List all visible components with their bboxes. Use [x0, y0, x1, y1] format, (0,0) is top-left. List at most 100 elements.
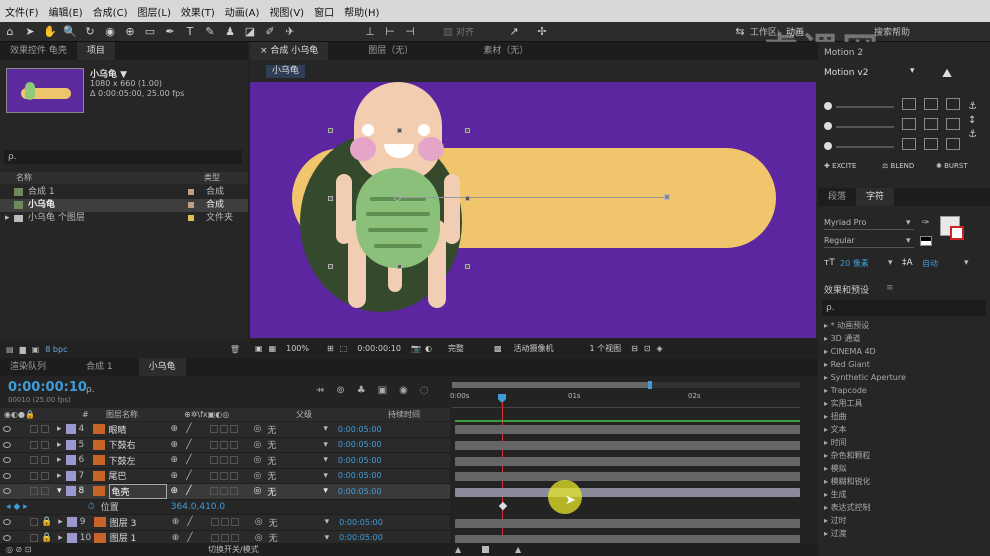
bounding-handle[interactable]	[328, 264, 333, 269]
label-color-swatch[interactable]	[65, 439, 76, 450]
effects-category[interactable]: ▸ Synthetic Aperture	[818, 371, 990, 384]
parent-dropdown-icon[interactable]: ▾	[323, 455, 328, 465]
brush-tool-icon[interactable]: ✎	[202, 25, 218, 39]
layer-duration[interactable]: 0:00:05:00	[339, 533, 383, 542]
parent-pickwhip-icon[interactable]: ◎	[254, 440, 262, 450]
layer-name-input[interactable]: 龟壳	[108, 483, 167, 499]
zoom-in-icon[interactable]: ▲	[515, 543, 521, 556]
property-value[interactable]: 364.0,410.0	[171, 502, 225, 512]
quality-switch-icon[interactable]: ╱	[187, 517, 192, 527]
label-color-swatch[interactable]	[66, 532, 77, 543]
layer-row-selected[interactable]: ▾ 8 龟壳 ⊕ ╱ ◎ 无 ▾ 0:00:05:00	[0, 483, 450, 500]
parent-select[interactable]: 无	[267, 485, 317, 498]
column-type[interactable]: 类型	[204, 172, 220, 184]
parent-pickwhip-icon[interactable]: ◎	[254, 486, 262, 496]
font-style-select[interactable]: Regular	[824, 236, 914, 248]
shy-switch-icon[interactable]: ⊕	[171, 455, 179, 465]
dropdown-arrow-icon[interactable]: ▾	[888, 258, 893, 268]
layer-duration[interactable]: 0:00:05:00	[339, 518, 383, 527]
close-icon[interactable]: ×	[260, 46, 268, 56]
effects-category[interactable]: ▸ Red Giant	[818, 358, 990, 371]
region-icon[interactable]: ⬚	[340, 344, 348, 353]
visibility-eye-icon[interactable]	[3, 457, 11, 464]
bounding-handle[interactable]	[465, 196, 470, 201]
keyframe-handle[interactable]	[664, 194, 670, 200]
effects-category[interactable]: ▸ 文本	[818, 423, 990, 436]
layer-name[interactable]: 下鼓右	[109, 438, 169, 451]
anchor-grid-button[interactable]	[902, 138, 916, 150]
bounding-handle[interactable]	[397, 264, 402, 269]
anchor-grid-button[interactable]	[902, 98, 916, 110]
transparency-icon[interactable]: ▩	[494, 344, 502, 353]
timeline-search-icon[interactable]: ρ.	[86, 385, 95, 395]
visibility-eye-icon[interactable]	[3, 426, 11, 433]
layer-track-bar[interactable]	[455, 441, 800, 450]
comp-canvas[interactable]	[250, 82, 816, 338]
parent-dropdown-icon[interactable]: ▾	[325, 533, 330, 543]
parent-dropdown-icon[interactable]: ▾	[323, 486, 328, 496]
layer-name[interactable]: 图层 3	[110, 516, 170, 529]
header-layer-name[interactable]: 图层名称	[106, 408, 138, 421]
work-area-bar[interactable]	[452, 381, 800, 389]
layer-row[interactable]: ▸ 7 尾巴 ⊕ ╱ ◎ 无 ▾ 0:00:05:00	[0, 468, 450, 484]
layer-name[interactable]: 尾巴	[109, 469, 169, 482]
layer-row[interactable]: ▸ 4 眼睛 ⊕ ╱ ◎ 无 ▾ 0:00:05:00	[0, 422, 450, 438]
lock-icon[interactable]: 🔒	[41, 517, 52, 527]
expand-arrow-icon[interactable]: ▸	[5, 212, 10, 225]
anchor-grid-button[interactable]	[946, 138, 960, 150]
parent-dropdown-icon[interactable]: ▾	[325, 517, 330, 527]
new-folder-icon[interactable]: ▆	[20, 345, 26, 354]
quality-switch-icon[interactable]: ╱	[186, 455, 191, 465]
parent-pickwhip-icon[interactable]: ◎	[254, 471, 262, 481]
visibility-eye-icon[interactable]	[3, 441, 11, 448]
fast-preview-icon[interactable]: ⊟	[631, 344, 638, 353]
anchor-grid-button[interactable]	[924, 98, 938, 110]
label-color-swatch[interactable]	[65, 486, 76, 497]
motion-side-icons[interactable]: ⚓ ↕ ⚓	[968, 100, 977, 142]
eyedropper-icon[interactable]: ✑	[922, 218, 930, 228]
quality-select[interactable]: 完整	[448, 343, 464, 354]
keyframe-nav-icon[interactable]: ◂ ◆ ▸	[6, 502, 28, 512]
effects-category[interactable]: ▸ CINEMA 4D	[818, 345, 990, 358]
parent-select[interactable]: 无	[267, 454, 317, 467]
burst-button[interactable]: ✺ BURST	[936, 162, 968, 170]
shy-switch-icon[interactable]: ⊕	[172, 517, 180, 527]
dropdown-arrow-icon[interactable]: ▾	[964, 258, 969, 268]
shy-switch-icon[interactable]: ⊕	[171, 424, 179, 434]
visibility-eye-icon[interactable]	[3, 534, 11, 541]
grid-icon[interactable]: ▦	[269, 344, 277, 353]
tab-effect-controls[interactable]: 效果控件 龟壳	[0, 42, 77, 60]
zoom-slider-thumb[interactable]	[482, 546, 489, 553]
menu-help[interactable]: 帮助(H)	[339, 4, 384, 19]
motion-slider[interactable]	[824, 98, 896, 118]
timecode-display[interactable]: 0:00:00:10	[357, 344, 401, 353]
menu-edit[interactable]: 编辑(E)	[44, 4, 88, 19]
anchor-grid-button[interactable]	[924, 138, 938, 150]
new-comp-icon[interactable]: ▣	[32, 345, 40, 354]
layer-duration[interactable]: 0:00:05:00	[338, 456, 382, 465]
pen-tool-icon[interactable]: ✒	[162, 25, 178, 39]
menu-view[interactable]: 视图(V)	[264, 4, 309, 19]
excite-button[interactable]: ✚ EXCITE	[824, 162, 856, 170]
bounding-handle[interactable]	[465, 128, 470, 133]
layer-name[interactable]: 眼睛	[109, 423, 169, 436]
label-color-swatch[interactable]	[65, 424, 76, 435]
visibility-eye-icon[interactable]	[3, 472, 11, 479]
parent-select[interactable]: 无	[267, 438, 317, 451]
bounding-handle[interactable]	[328, 128, 333, 133]
shy-switch-icon[interactable]: ⊕	[172, 533, 180, 543]
sync-icon[interactable]: ⇆	[732, 25, 748, 39]
effects-category[interactable]: ▸ 过时	[818, 514, 990, 527]
label-color-swatch[interactable]	[66, 517, 77, 528]
selection-tool-icon[interactable]: ➤	[22, 25, 38, 39]
parent-pickwhip-icon[interactable]: ◎	[254, 455, 262, 465]
menu-animation[interactable]: 动画(A)	[220, 4, 265, 19]
puppet-tool-icon[interactable]: ✈	[282, 25, 298, 39]
axis-world-icon[interactable]: ⊢	[382, 25, 398, 39]
motion-path[interactable]	[398, 197, 666, 198]
menu-file[interactable]: 文件(F)	[0, 4, 44, 19]
bounding-handle[interactable]	[465, 264, 470, 269]
dropdown-arrow-icon[interactable]: ▾	[906, 236, 911, 246]
anchor-grid-button[interactable]	[946, 98, 960, 110]
menu-layer[interactable]: 图层(L)	[132, 4, 175, 19]
